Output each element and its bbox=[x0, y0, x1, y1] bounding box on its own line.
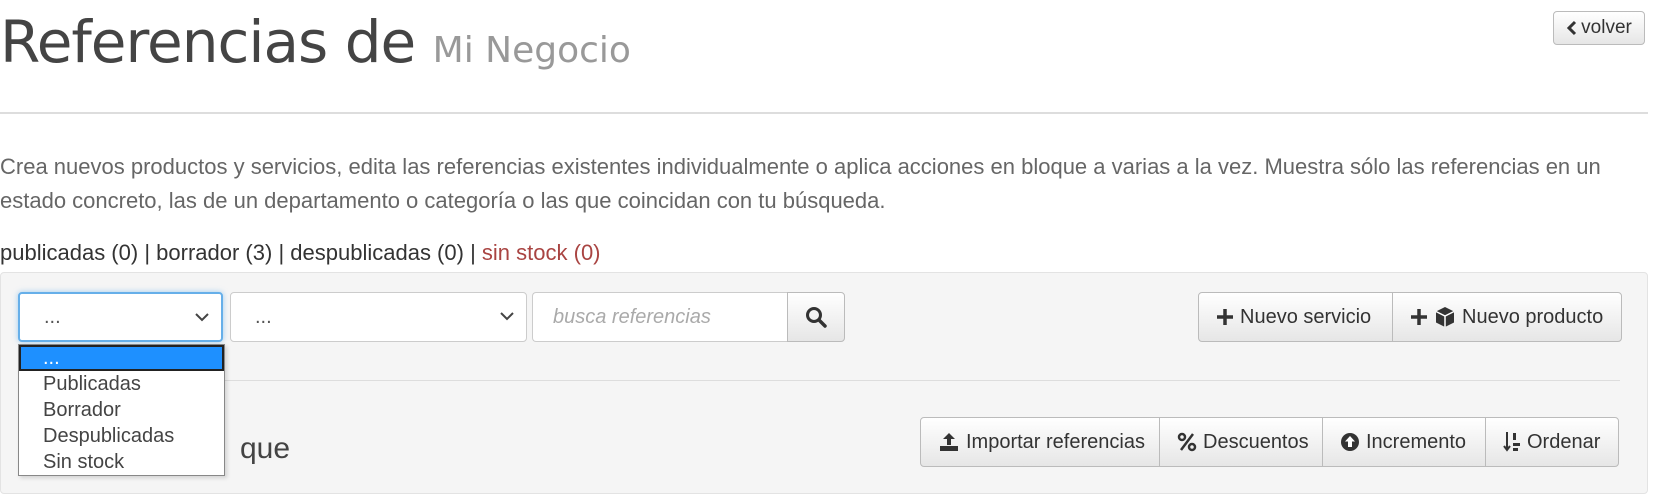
page-title: Referencias de Mi Negocio bbox=[0, 8, 631, 76]
import-references-button[interactable]: Importar referencias bbox=[920, 417, 1160, 467]
filter-separator: | bbox=[470, 240, 476, 265]
status-option[interactable]: Despublicadas bbox=[19, 423, 224, 449]
status-option[interactable]: Sin stock bbox=[19, 449, 224, 475]
chevron-left-icon bbox=[1566, 20, 1578, 36]
filter-draft-link[interactable]: borrador (3) bbox=[156, 240, 272, 265]
header-divider bbox=[0, 112, 1648, 114]
plus-icon bbox=[1216, 308, 1234, 326]
plus-icon bbox=[1410, 308, 1428, 326]
chevron-down-icon bbox=[195, 311, 209, 323]
import-references-label: Importar referencias bbox=[966, 430, 1145, 453]
status-filters: publicadas (0) | borrador (3) | despubli… bbox=[0, 240, 601, 266]
increment-label: Incremento bbox=[1366, 430, 1467, 453]
bulk-actions-title: que bbox=[240, 432, 291, 465]
back-button-label: volver bbox=[1581, 17, 1632, 38]
new-service-button[interactable]: Nuevo servicio bbox=[1198, 292, 1393, 342]
search-button[interactable] bbox=[787, 292, 845, 342]
back-button[interactable]: volver bbox=[1553, 11, 1645, 45]
new-service-label: Nuevo servicio bbox=[1240, 305, 1372, 328]
percent-icon bbox=[1177, 432, 1197, 452]
search-icon bbox=[805, 306, 827, 328]
status-select[interactable]: ... bbox=[18, 292, 223, 342]
search-input[interactable] bbox=[532, 292, 787, 342]
category-select[interactable]: ... bbox=[230, 292, 527, 342]
new-product-button[interactable]: Nuevo producto bbox=[1392, 292, 1622, 342]
discounts-button[interactable]: Descuentos bbox=[1159, 417, 1323, 467]
status-option[interactable]: Publicadas bbox=[19, 371, 224, 397]
chevron-down-icon bbox=[500, 310, 514, 322]
sort-button[interactable]: Ordenar bbox=[1485, 417, 1619, 467]
discounts-label: Descuentos bbox=[1203, 430, 1309, 453]
filter-unpublished-link[interactable]: despublicadas (0) bbox=[290, 240, 464, 265]
filter-separator: | bbox=[144, 240, 151, 265]
new-product-label: Nuevo producto bbox=[1462, 305, 1604, 328]
category-select-value: ... bbox=[255, 305, 272, 328]
status-dropdown-list: ... Publicadas Borrador Despublicadas Si… bbox=[18, 344, 225, 476]
bulk-actions-button-group: Importar referencias Descuentos Incremen… bbox=[920, 417, 1619, 467]
panel-divider bbox=[22, 380, 1620, 381]
sort-icon bbox=[1503, 431, 1521, 453]
business-name: Mi Negocio bbox=[432, 30, 631, 71]
upload-icon bbox=[938, 431, 960, 453]
status-option[interactable]: Borrador bbox=[19, 397, 224, 423]
sort-label: Ordenar bbox=[1527, 430, 1601, 453]
filter-separator: | bbox=[278, 240, 285, 265]
filter-out-of-stock-link[interactable]: sin stock (0) bbox=[482, 240, 601, 265]
status-option[interactable]: ... bbox=[19, 345, 224, 371]
status-select-value: ... bbox=[44, 305, 61, 328]
increment-button[interactable]: Incremento bbox=[1322, 417, 1486, 467]
create-button-group: Nuevo servicio Nuevo producto bbox=[1198, 292, 1622, 342]
arrow-circle-up-icon bbox=[1340, 432, 1360, 452]
page-description: Crea nuevos productos y servicios, edita… bbox=[0, 154, 1601, 213]
filter-published-link[interactable]: publicadas (0) bbox=[0, 240, 138, 265]
cube-icon bbox=[1434, 306, 1456, 328]
page-title-text: Referencias de bbox=[0, 8, 416, 76]
